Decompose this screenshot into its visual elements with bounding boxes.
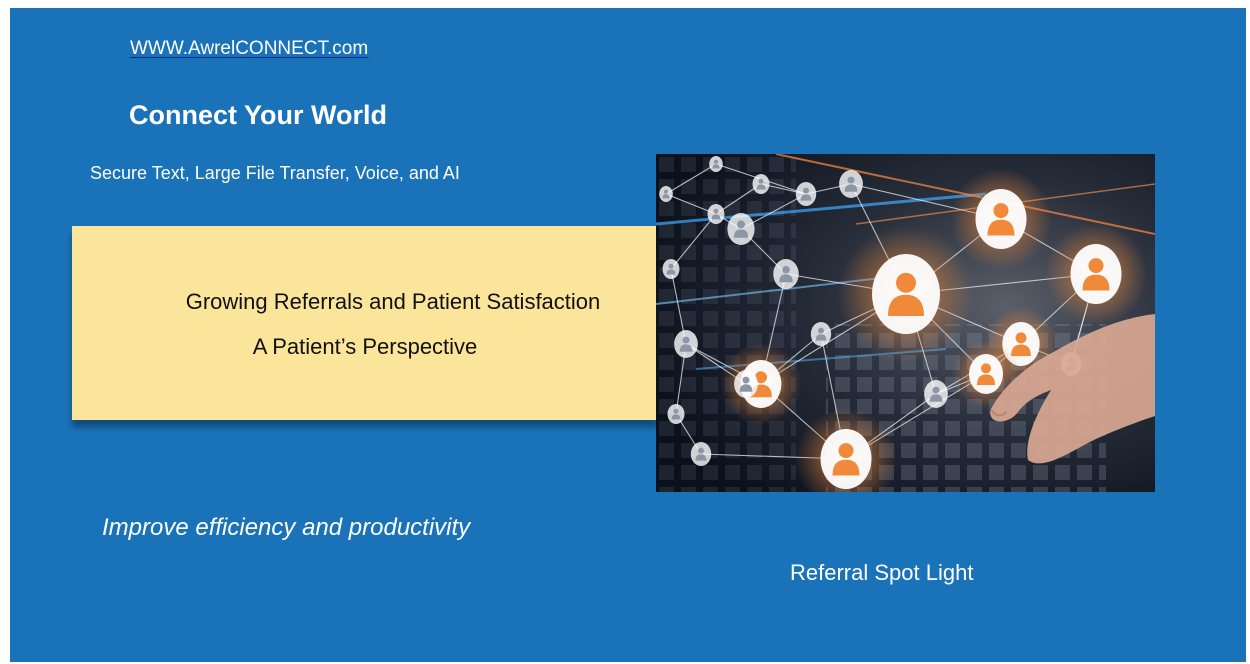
network-illustration [656, 154, 1155, 492]
person-node-icon [1045, 223, 1147, 325]
person-node-icon [924, 380, 948, 408]
callout-title: Growing Referrals and Patient Satisfacti… [185, 289, 601, 314]
person-node-icon [709, 156, 723, 172]
person-node-icon [662, 259, 680, 279]
footer-label: Referral Spot Light [790, 560, 974, 585]
person-node-icon [667, 404, 685, 424]
person-node-icon [720, 343, 802, 425]
website-link[interactable]: WWW.AwrelCONNECT.com [130, 38, 368, 60]
person-node-icon [727, 213, 755, 245]
headline: Connect Your World [129, 100, 388, 130]
person-node-icon [674, 330, 698, 358]
person-node-icon [795, 182, 817, 206]
person-node-icon [734, 370, 758, 398]
person-node-icon [690, 442, 712, 466]
person-node-icon [659, 186, 673, 202]
callout-box: Growing Referrals and Patient Satisfacti… [72, 226, 658, 420]
person-node-icon [839, 170, 863, 198]
subheadline: Secure Text, Large File Transfer, Voice,… [90, 163, 460, 183]
network-hero-image [656, 154, 1155, 492]
person-node-icon [773, 259, 799, 289]
person-node-icon [810, 322, 832, 346]
tagline: Improve efficiency and productivity [102, 514, 471, 541]
person-node-icon [707, 204, 725, 224]
callout-subtitle: A Patient’s Perspective [252, 334, 478, 359]
slide: WWW.AwrelCONNECT.com Connect Your World … [10, 8, 1246, 662]
person-node-icon [950, 168, 1052, 270]
person-node-icon [838, 226, 974, 362]
person-node-icon [752, 174, 770, 194]
